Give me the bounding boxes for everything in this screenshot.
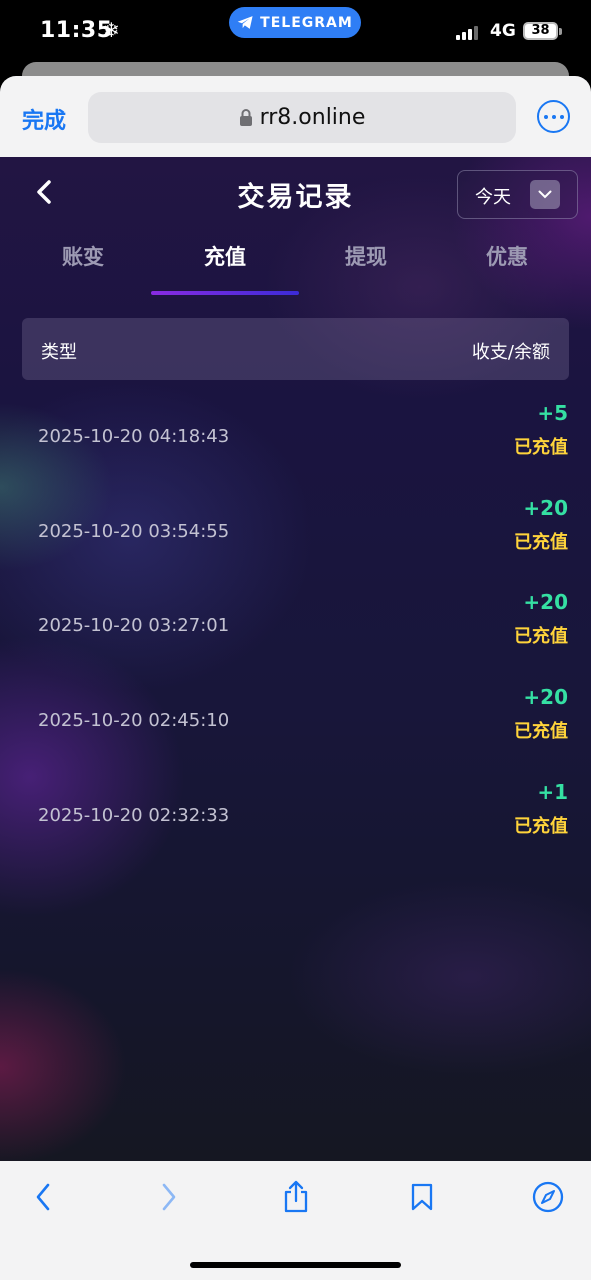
share-icon xyxy=(284,1180,308,1213)
more-options-button[interactable] xyxy=(537,100,570,133)
web-content: 交易记录 今天 账变 充值 提现 优惠 类型 收支/余额 2025-10-20 … xyxy=(0,157,591,1161)
list-item: 2025-10-20 03:54:55 +20 已充值 xyxy=(0,492,591,587)
record-status: 已充值 xyxy=(514,437,568,458)
tab-withdraw[interactable]: 提现 xyxy=(292,241,440,271)
status-bar: 11:35 ❄ TELEGRAM 4G 38 xyxy=(0,0,591,64)
url-field[interactable]: rr8.online xyxy=(88,92,516,143)
tab-recharge[interactable]: 充值 xyxy=(151,241,299,271)
active-tab-indicator xyxy=(151,291,299,295)
record-amount: +5 xyxy=(537,401,568,425)
done-button[interactable]: 完成 xyxy=(22,103,66,135)
lock-icon xyxy=(239,109,252,126)
column-amount-balance: 收支/余额 xyxy=(471,342,550,363)
chevron-left-icon xyxy=(36,1183,50,1211)
record-time: 2025-10-20 02:32:33 xyxy=(38,804,230,826)
record-time: 2025-10-20 04:18:43 xyxy=(38,426,230,447)
record-time: 2025-10-20 03:54:55 xyxy=(38,520,230,542)
share-button[interactable] xyxy=(274,1177,318,1217)
list-item: 2025-10-20 03:27:01 +20 已充值 xyxy=(0,586,591,681)
records-list: 2025-10-20 04:18:43 +5 已充值 2025-10-20 03… xyxy=(0,397,591,870)
list-item: 2025-10-20 02:45:10 +20 已充值 xyxy=(0,681,591,776)
home-indicator[interactable] xyxy=(190,1262,401,1268)
network-type: 4G xyxy=(490,21,516,41)
tab-promotions[interactable]: 优惠 xyxy=(433,241,581,271)
chevron-right-icon xyxy=(162,1183,176,1211)
battery-icon: 38 xyxy=(523,22,562,40)
bookmark-icon xyxy=(411,1183,433,1211)
record-status: 已充值 xyxy=(514,815,568,837)
chevron-down-icon xyxy=(530,180,560,209)
record-status: 已充值 xyxy=(514,721,568,743)
telegram-plane-icon xyxy=(237,16,253,29)
record-amount: +20 xyxy=(523,590,568,615)
column-type: 类型 xyxy=(41,342,77,363)
compass-icon xyxy=(532,1181,564,1213)
record-time: 2025-10-20 02:45:10 xyxy=(38,710,230,732)
snowflake-icon: ❄ xyxy=(103,18,120,42)
list-item: 2025-10-20 02:32:33 +1 已充值 xyxy=(0,776,591,871)
date-filter-select[interactable]: 今天 xyxy=(457,170,578,219)
tab-account-changes[interactable]: 账变 xyxy=(9,241,157,271)
list-item: 2025-10-20 04:18:43 +5 已充值 xyxy=(0,397,591,492)
record-status: 已充值 xyxy=(514,531,568,553)
status-time: 11:35 xyxy=(40,18,113,43)
telegram-label: TELEGRAM xyxy=(260,14,353,31)
record-time: 2025-10-20 03:27:01 xyxy=(38,615,230,637)
bookmarks-button[interactable] xyxy=(400,1177,444,1217)
tab-bar: 账变 充值 提现 优惠 xyxy=(0,241,591,301)
date-filter-label: 今天 xyxy=(475,187,511,208)
safari-button[interactable] xyxy=(526,1177,570,1217)
battery-level: 38 xyxy=(531,23,550,38)
record-amount: +1 xyxy=(537,779,568,804)
record-amount: +20 xyxy=(523,495,568,520)
browser-forward-button[interactable] xyxy=(147,1177,191,1217)
telegram-pill[interactable]: TELEGRAM xyxy=(229,7,361,38)
record-amount: +20 xyxy=(523,685,568,710)
table-header: 类型 收支/余额 xyxy=(22,318,569,380)
browser-back-button[interactable] xyxy=(21,1177,65,1217)
browser-address-bar: 完成 rr8.online xyxy=(0,76,591,157)
url-text: rr8.online xyxy=(259,105,366,130)
record-status: 已充值 xyxy=(514,626,568,648)
cellular-signal-icon xyxy=(456,24,482,40)
